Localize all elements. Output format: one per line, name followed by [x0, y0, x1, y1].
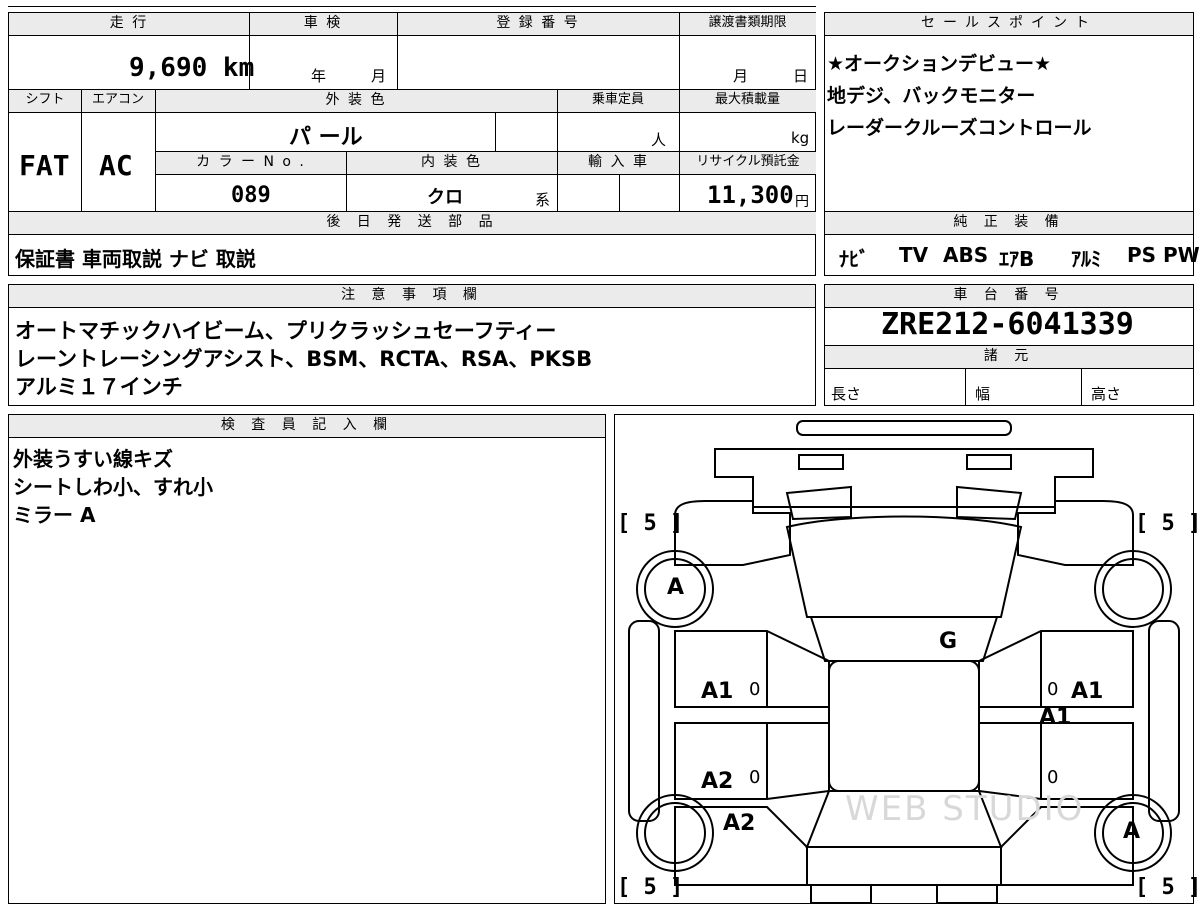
notes-panel: 注 意 事 項 欄 オートマチックハイビーム、プリクラッシュセーフティー レーン… [8, 284, 816, 406]
inspector-panel: 検 査 員 記 入 欄 外装うすい線キズ シートしわ小、すれ小 ミラー A [8, 414, 606, 904]
mark-right-front-door: A1 [1071, 679, 1104, 704]
front-right-wheel-inner [1102, 558, 1164, 620]
mark-left-front-door: A1 [701, 679, 734, 704]
equip-ps: PS [1127, 243, 1157, 267]
hood-shape [785, 515, 1023, 618]
sales-points-header: セールスポイント [825, 13, 1193, 35]
equip-abs: ABS [943, 243, 989, 267]
interior-color-header: 内 装 色 [346, 152, 557, 174]
inspector-line-2: シートしわ小、すれ小 [13, 475, 213, 499]
right-taillight-shape [936, 884, 998, 903]
front-nose-shape [714, 448, 1094, 508]
tire-front-left-label: [ 5 ] [617, 511, 684, 536]
chassis-number: ZRE212-6041339 [881, 307, 1134, 342]
capacity-unit: 人 [651, 131, 667, 149]
front-bumper-shape [796, 420, 1012, 436]
equip-navi: ﾅﾋﾞ [839, 247, 869, 271]
color-no-value: 089 [231, 183, 271, 208]
left-hood-vent-shape [785, 485, 852, 521]
max-load-unit: kg [791, 129, 810, 147]
door-zero-right-rear: 0 [1047, 767, 1059, 788]
color-no-header: カ ラ ー N o . [156, 152, 346, 174]
mark-left-rear-fender: A2 [723, 811, 756, 836]
mark-windshield: G [939, 629, 958, 654]
vehicle-info-table: 走 行 車 検 登 録 番 号 譲渡書類期限 9,690 km 年 月 月 日 … [8, 12, 816, 276]
import-header: 輸 入 車 [558, 152, 679, 174]
later-parts-value: 保証書 車両取説 ナビ 取説 [15, 247, 256, 271]
mark-front-left-wheel: A [667, 575, 685, 600]
ac-header: エアコン [81, 90, 155, 112]
shift-header: シフト [9, 90, 81, 112]
trunk-shape [806, 846, 1002, 886]
left-side-rocker-shape [628, 620, 660, 822]
inspector-header: 検 査 員 記 入 欄 [9, 415, 605, 437]
chassis-panel: 車 台 番 号 ZRE212-6041339 諸 元 長さ 幅 高さ [824, 284, 1194, 406]
recycle-fee-value: 11,300 [707, 181, 794, 209]
notes-line-2: レーントレーシングアシスト、BSM、RCTA、RSA、PKSB [15, 347, 593, 371]
sales-point-line-3: レーダークルーズコントロール [827, 117, 1092, 139]
equip-alloy: ｱﾙﾐ [1071, 247, 1101, 271]
interior-color-suffix: 系 [535, 191, 551, 209]
deadline-day-unit: 日 [793, 67, 809, 85]
spec-header: 諸 元 [825, 346, 1193, 368]
interior-color-value: クロ [427, 187, 463, 208]
tire-front-right-label: [ 5 ] [1135, 511, 1200, 536]
tire-rear-right-label: [ 5 ] [1135, 875, 1200, 900]
equip-airbag: ｴｱB [999, 247, 1035, 271]
car-outline-svg [628, 420, 1180, 903]
shift-value: FAT [19, 149, 70, 182]
exterior-color-value: パ ール [289, 125, 363, 150]
left-taillight-shape [810, 884, 872, 903]
door-zero-left-front: 0 [749, 679, 761, 700]
right-side-rocker-shape [1148, 620, 1180, 822]
registration-header: 登 録 番 号 [397, 13, 679, 35]
tire-rear-left-label: [ 5 ] [617, 875, 684, 900]
chassis-header: 車 台 番 号 [825, 285, 1193, 307]
roof-shape [828, 660, 980, 792]
mileage-value: 9,690 km [129, 53, 255, 83]
door-zero-left-rear: 0 [749, 767, 761, 788]
watermark-text: WEB STUDIO [845, 789, 1085, 829]
inspector-line-3: ミラー A [13, 503, 96, 527]
spec-length-label: 長さ [831, 385, 862, 403]
recycle-fee-unit: 円 [795, 194, 809, 210]
exterior-color-header: 外 装 色 [155, 90, 557, 112]
mark-right-pillar: A1 [1039, 705, 1072, 730]
inspector-line-1: 外装うすい線キズ [13, 447, 173, 471]
notes-line-3: アルミ１７インチ [15, 375, 183, 399]
spec-width-label: 幅 [975, 385, 991, 403]
notes-header: 注 意 事 項 欄 [9, 285, 815, 307]
sales-points-panel: セールスポイント ★オークションデビュー★ 地デジ、バックモニター レーダークル… [824, 12, 1200, 276]
ac-value: AC [99, 149, 133, 182]
deadline-month-unit: 月 [733, 67, 749, 85]
mileage-header: 走 行 [9, 13, 249, 35]
mark-left-rear-door: A2 [701, 769, 734, 794]
notes-line-1: オートマチックハイビーム、プリクラッシュセーフティー [15, 319, 557, 343]
inspection-year-unit: 年 [311, 67, 327, 85]
deadline-header: 譲渡書類期限 [679, 13, 816, 35]
windshield-shape [809, 616, 999, 662]
spec-height-label: 高さ [1091, 385, 1122, 403]
recycle-header: リサイクル預託金 [680, 152, 816, 174]
capacity-header: 乗車定員 [557, 90, 679, 112]
mark-rear-right-wheel: A [1123, 819, 1141, 844]
left-headlight-shape [798, 454, 844, 470]
later-parts-header: 後 日 発 送 部 品 [9, 212, 816, 234]
right-hood-vent-shape [956, 485, 1023, 521]
right-headlight-shape [966, 454, 1012, 470]
car-damage-diagram: [ 5 ] [ 5 ] [ 5 ] [ 5 ] A A G A1 A1 A1 A… [614, 414, 1200, 904]
equip-tv: TV [899, 243, 929, 267]
top-strip-line [8, 6, 816, 7]
inspection-month-unit: 月 [371, 67, 387, 85]
inspection-header: 車 検 [249, 13, 397, 35]
sales-point-line-2: 地デジ、バックモニター [827, 85, 1036, 107]
equip-pw: PW [1163, 243, 1200, 267]
max-load-header: 最大積載量 [679, 90, 816, 112]
genuine-equipment-header: 純 正 装 備 [825, 212, 1193, 234]
sales-point-line-1: ★オークションデビュー★ [827, 53, 1052, 75]
door-zero-right-front: 0 [1047, 679, 1059, 700]
